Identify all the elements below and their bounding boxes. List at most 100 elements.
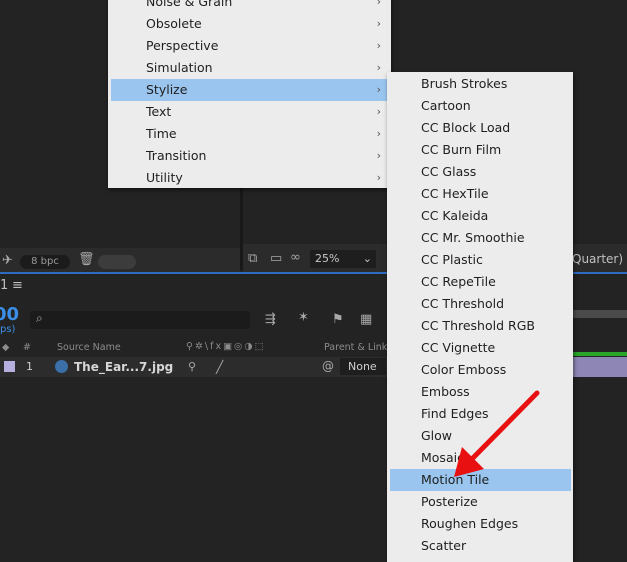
menu-item-label: Noise & Grain (146, 0, 233, 9)
chevron-right-icon: › (376, 171, 381, 184)
comp-mini-flowchart-icon[interactable]: ⇶ (265, 312, 276, 327)
submenu-item-cc-plastic[interactable]: CC Plastic (390, 249, 571, 271)
menu-item-obsolete[interactable]: Obsolete › (111, 13, 391, 35)
bpc-button[interactable]: 8 bpc (20, 255, 70, 269)
label-color-swatch[interactable] (4, 361, 15, 372)
chevron-right-icon: › (376, 105, 381, 118)
submenu-item-label: Color Emboss (421, 362, 507, 377)
layer-index: 1 (26, 360, 33, 373)
menu-item-label: Transition (146, 148, 207, 163)
submenu-item-label: CC Glass (421, 164, 477, 179)
layer-name[interactable]: The_Ear...7.jpg (74, 360, 173, 374)
menu-item-time[interactable]: Time › (111, 123, 391, 145)
submenu-item-label: CC Block Load (421, 120, 511, 135)
parent-dropdown[interactable]: None (340, 358, 386, 375)
label-icon[interactable]: ◆ (2, 342, 9, 353)
submenu-item-label: CC Plastic (421, 252, 483, 267)
trash-icon[interactable]: 🗑 (78, 252, 95, 267)
draft-3d-icon[interactable]: ✶ (298, 310, 309, 325)
submenu-item-label: CC HexTile (421, 186, 489, 201)
menu-item-label: Text (146, 104, 172, 119)
menu-item-noise-grain[interactable]: Noise & Grain › (111, 0, 391, 13)
monitor-icon[interactable]: ▭ (270, 251, 282, 266)
chevron-right-icon: › (376, 83, 381, 96)
chevron-right-icon: › (376, 149, 381, 162)
shy-icon[interactable]: ⚑ (332, 312, 344, 327)
submenu-item-label: Roughen Edges (421, 516, 519, 531)
scroll-pill[interactable] (98, 255, 136, 269)
menu-item-transition[interactable]: Transition › (111, 145, 391, 167)
submenu-item-label: CC Kaleida (421, 208, 489, 223)
submenu-item-label: CC Vignette (421, 340, 496, 355)
red-arrow-annotation (454, 390, 540, 477)
flowchart-icon[interactable]: ✈ (2, 253, 13, 268)
earth-thumbnail-icon (55, 360, 68, 373)
quality-switch-icon[interactable]: ╱ (216, 360, 223, 374)
zoom-value: 25% (315, 252, 340, 265)
submenu-item-cc-vignette[interactable]: CC Vignette (390, 337, 571, 359)
index-header[interactable]: # (23, 342, 31, 353)
submenu-item-cc-hextile[interactable]: CC HexTile (390, 183, 571, 205)
stylize-submenu: Brush Strokes Cartoon CC Block Load CC Burn… (387, 72, 573, 562)
menu-item-label: Stylize (146, 82, 188, 97)
chevron-right-icon: › (376, 0, 381, 8)
submenu-item-cc-block-load[interactable]: CC Block Load (390, 117, 571, 139)
submenu-item-posterize[interactable]: Posterize (390, 491, 571, 513)
submenu-item-cartoon[interactable]: Cartoon (390, 95, 571, 117)
submenu-item-label: CC RepeTile (421, 274, 496, 289)
menu-item-perspective[interactable]: Perspective › (111, 35, 391, 57)
submenu-item-label: CC Mr. Smoothie (421, 230, 525, 245)
submenu-item-label: Scatter (421, 538, 467, 553)
submenu-item-label: Brush Strokes (421, 76, 508, 91)
submenu-item-label: CC Burn Film (421, 142, 502, 157)
panel-number: 1 (0, 278, 9, 293)
pickwhip-icon[interactable]: @ (322, 359, 334, 373)
resolution-dropdown[interactable]: Quarter) (572, 252, 623, 266)
menu-item-label: Obsolete (146, 16, 202, 31)
submenu-item-color-emboss[interactable]: Color Emboss (390, 359, 571, 381)
chevron-right-icon: › (376, 61, 381, 74)
mask-icon[interactable]: ∞ (290, 250, 301, 265)
current-time[interactable]: 00 (0, 304, 19, 325)
submenu-item-label: Cartoon (421, 98, 471, 113)
submenu-item-label: CC Threshold (421, 296, 505, 311)
menu-item-text[interactable]: Text › (111, 101, 391, 123)
submenu-item-cc-kaleida[interactable]: CC Kaleida (390, 205, 571, 227)
submenu-item-scatter[interactable]: Scatter (390, 535, 571, 557)
menu-item-label: Simulation (146, 60, 213, 75)
switches-header[interactable]: ⚲✲\fx▣◎◑⬚ (186, 341, 266, 352)
layer-duration-bar[interactable] (572, 357, 627, 377)
shy-switch-icon[interactable]: ⚲ (188, 360, 196, 373)
fps-label: ps) (0, 324, 16, 335)
submenu-item-brush-strokes[interactable]: Brush Strokes (390, 73, 571, 95)
submenu-item-cc-repetile[interactable]: CC RepeTile (390, 271, 571, 293)
chevron-right-icon: › (376, 17, 381, 30)
search-input[interactable]: ⌕ (30, 311, 250, 329)
menu-item-label: Perspective (146, 38, 219, 53)
submenu-item-label: Posterize (421, 494, 478, 509)
render-bar (572, 352, 627, 356)
submenu-item-label: CC Threshold RGB (421, 318, 535, 333)
menu-item-stylize[interactable]: Stylize › (111, 79, 391, 101)
submenu-item-cc-burn-film[interactable]: CC Burn Film (390, 139, 571, 161)
submenu-item-cc-glass[interactable]: CC Glass (390, 161, 571, 183)
menu-item-simulation[interactable]: Simulation › (111, 57, 391, 79)
parent-link-header[interactable]: Parent & Link (324, 342, 387, 353)
chevron-down-icon: ⌄ (362, 252, 372, 265)
menu-item-label: Utility (146, 170, 183, 185)
search-icon: ⌕ (36, 311, 43, 325)
region-icon[interactable]: ⧉ (248, 251, 257, 266)
submenu-item-cc-threshold-rgb[interactable]: CC Threshold RGB (390, 315, 571, 337)
source-name-header[interactable]: Source Name (57, 342, 121, 353)
panel-menu-icon[interactable]: ≡ (12, 278, 23, 293)
zoom-dropdown[interactable]: 25% ⌄ (310, 250, 376, 268)
menu-item-utility[interactable]: Utility › (111, 167, 391, 189)
submenu-item-cc-mr-smoothie[interactable]: CC Mr. Smoothie (390, 227, 571, 249)
submenu-item-cc-threshold[interactable]: CC Threshold (390, 293, 571, 315)
effects-menu: Noise & Grain › Obsolete › Perspective › Simul… (108, 0, 391, 188)
frame-blending-icon[interactable]: ▦ (360, 312, 372, 327)
chevron-right-icon: › (376, 127, 381, 140)
column-header: ◆ # Source Name ⚲✲\fx▣◎◑⬚ Parent & Link (0, 339, 410, 357)
submenu-item-roughen-edges[interactable]: Roughen Edges (390, 513, 571, 535)
work-area-bar[interactable] (572, 310, 627, 318)
